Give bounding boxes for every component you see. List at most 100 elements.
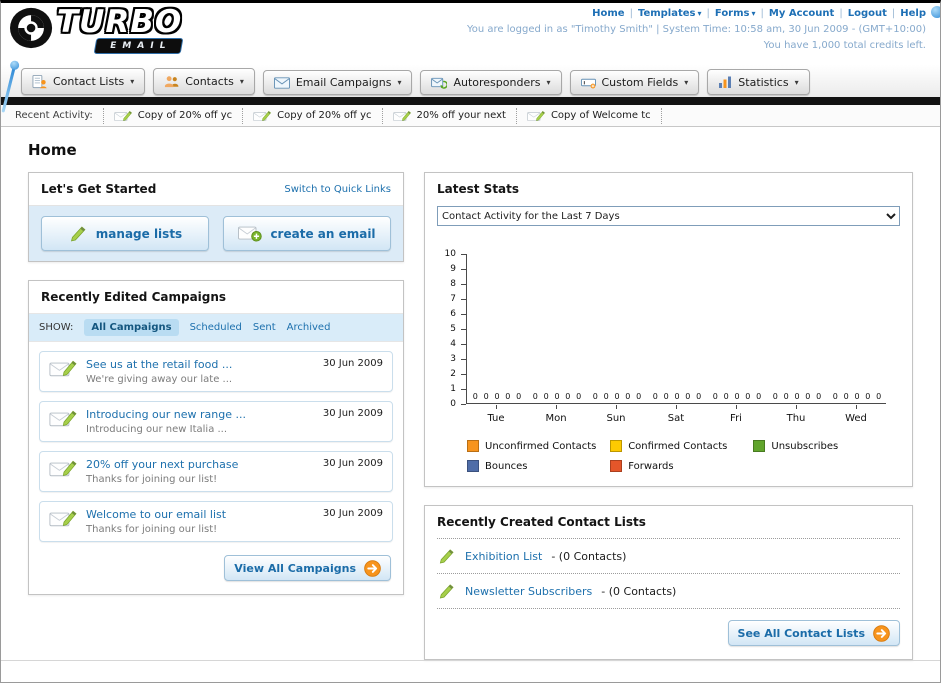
campaign-row[interactable]: 20% off your next purchase Thanks for joi… [39, 451, 393, 492]
create-email-button[interactable]: create an email [223, 216, 391, 251]
top-link-templates[interactable]: Templates ▾ [638, 8, 702, 19]
series-value: 0 [756, 392, 762, 401]
chevron-down-icon: ▾ [684, 78, 689, 87]
campaign-title-link[interactable]: 20% off your next purchase [86, 458, 307, 471]
y-axis-tick-label: 7 [450, 294, 456, 304]
contact-list-link[interactable]: Exhibition List [465, 550, 542, 563]
divider-bar [1, 97, 940, 105]
campaign-title-link[interactable]: Introducing our new range ... [86, 408, 307, 421]
nav-tab-contact-lists[interactable]: Contact Lists ▾ [21, 68, 146, 95]
manage-lists-button[interactable]: manage lists [41, 216, 209, 251]
campaign-filter-tabs: SHOW: All Campaigns Scheduled Sent Archived [29, 313, 403, 342]
show-label: SHOW: [39, 322, 74, 333]
email-campaigns-icon [273, 76, 290, 89]
top-link-help[interactable]: Help [900, 8, 926, 19]
campaign-tab-archived[interactable]: Archived [287, 322, 331, 333]
nav-tab-label: Autoresponders [453, 76, 541, 89]
campaign-row[interactable]: Welcome to our email list Thanks for join… [39, 501, 393, 542]
series-value: 0 [783, 392, 789, 401]
latest-stats-title: Latest Stats [437, 182, 520, 196]
recent-activity-item[interactable]: Copy of 20% off yc [102, 107, 242, 124]
series-value: 0 [865, 392, 871, 401]
campaign-date: 30 Jun 2009 [322, 408, 383, 419]
series-value: 0 [592, 392, 598, 401]
create-email-label: create an email [270, 226, 376, 241]
see-all-contact-lists-button[interactable]: See All Contact Lists [727, 620, 900, 646]
legend-item-confirmed-contacts: Confirmed Contacts [610, 440, 753, 452]
contact-list-row[interactable]: Newsletter Subscribers - (0 Contacts) [437, 574, 900, 609]
recent-activity-text: Copy of 20% off yc [277, 110, 372, 121]
recent-activity-item[interactable]: Copy of 20% off yc [242, 107, 381, 124]
series-value: 0 [505, 392, 511, 401]
arrow-circle-icon [364, 559, 381, 577]
decorative-dot [931, 6, 940, 18]
statistics-icon [718, 75, 732, 89]
chevron-down-icon: ▾ [546, 78, 551, 87]
right-column: Latest Stats Contact Activity for the La… [424, 172, 913, 678]
x-axis-label: Mon [545, 413, 567, 424]
get-started-header: Let's Get Started Switch to Quick Links [29, 173, 403, 205]
recent-activity-text: Copy of Welcome tc [550, 110, 651, 121]
chart-plot: 00000000000000000000000000000000000 [466, 254, 886, 404]
campaign-row[interactable]: Introducing our new range ... Introducing… [39, 401, 393, 442]
stats-period-select[interactable]: Contact Activity for the Last 7 Days [437, 206, 900, 226]
view-all-campaigns-button[interactable]: View All Campaigns [224, 555, 391, 581]
nav-tab-label: Contacts [185, 75, 234, 88]
nav-tab-contacts[interactable]: Contacts ▾ [153, 68, 255, 95]
switch-quick-links-link[interactable]: Switch to Quick Links [284, 184, 391, 195]
arrow-circle-icon [873, 624, 890, 642]
contact-list-row[interactable]: Exhibition List - (0 Contacts) [437, 539, 900, 574]
series-value: 0 [516, 392, 522, 401]
chart-value-labels: 00000 [707, 392, 767, 401]
top-link-logout[interactable]: Logout [848, 8, 887, 19]
turbine-icon [9, 6, 55, 54]
top-link-my-account[interactable]: My Account [769, 8, 834, 19]
campaign-date: 30 Jun 2009 [322, 458, 383, 469]
campaign-tab-scheduled[interactable]: Scheduled [190, 322, 242, 333]
campaign-date: 30 Jun 2009 [322, 358, 383, 369]
logo-text: TURBO EMAIL [57, 6, 184, 54]
series-value: 0 [685, 392, 691, 401]
recent-activity-item[interactable]: 20% off your next [381, 107, 516, 124]
campaign-subtitle: We're giving away our late ... [86, 374, 233, 385]
chart-y-axis: 0 1 2 3 4 5 6 7 8 9 10 [435, 249, 466, 409]
footer-divider [1, 660, 940, 661]
page-title: Home [28, 141, 77, 159]
series-value: 0 [745, 392, 751, 401]
y-axis-tick-label: 2 [450, 369, 456, 379]
campaign-tab-all-campaigns[interactable]: All Campaigns [84, 319, 179, 336]
campaign-title-link[interactable]: See us at the retail food ... [86, 358, 307, 371]
envelope-plus-icon [238, 225, 263, 242]
pencil-icon [437, 582, 456, 600]
recent-activity-item[interactable]: Copy of Welcome tc [515, 107, 662, 124]
campaign-subtitle: Introducing our new Italia ... [86, 424, 228, 435]
nav-tab-statistics[interactable]: Statistics ▾ [707, 69, 810, 95]
recent-campaigns-title: Recently Edited Campaigns [41, 290, 227, 304]
series-value: 0 [565, 392, 571, 401]
series-value: 0 [876, 392, 882, 401]
x-axis-tick-mark [496, 405, 497, 409]
series-value: 0 [794, 392, 800, 401]
series-value: 0 [483, 392, 489, 401]
x-axis-tick-mark [856, 405, 857, 409]
legend-label: Forwards [628, 460, 674, 472]
link-separator: | [839, 8, 843, 19]
nav-tab-custom-fields[interactable]: Custom Fields ▾ [569, 70, 700, 95]
campaign-tab-sent[interactable]: Sent [253, 322, 276, 333]
chart-legend: Unconfirmed Contacts Confirmed Contacts Un… [467, 440, 897, 472]
nav-tab-email-campaigns[interactable]: Email Campaigns ▾ [262, 70, 413, 95]
campaign-title-link[interactable]: Welcome to our email list [86, 508, 307, 521]
app-logo: TURBO EMAIL [9, 6, 184, 54]
contact-list-link[interactable]: Newsletter Subscribers [465, 585, 592, 598]
top-link-forms[interactable]: Forms ▾ [715, 8, 756, 19]
nav-tab-autoresponders[interactable]: Autoresponders ▾ [420, 70, 562, 95]
top-link-home[interactable]: Home [592, 8, 624, 19]
main-content: Home Let's Get Started Switch to Quick L… [1, 127, 940, 678]
link-separator: | [629, 8, 633, 19]
campaign-row[interactable]: See us at the retail food ... We're givin… [39, 351, 393, 392]
contact-lists-header: Recently Created Contact Lists [437, 506, 900, 539]
series-value: 0 [805, 392, 811, 401]
get-started-body: manage lists create an email [29, 205, 403, 261]
y-axis-tick-label: 4 [450, 339, 456, 349]
header: TURBO EMAIL Home | Templates ▾ | Forms ▾ | My Ac… [1, 3, 940, 65]
